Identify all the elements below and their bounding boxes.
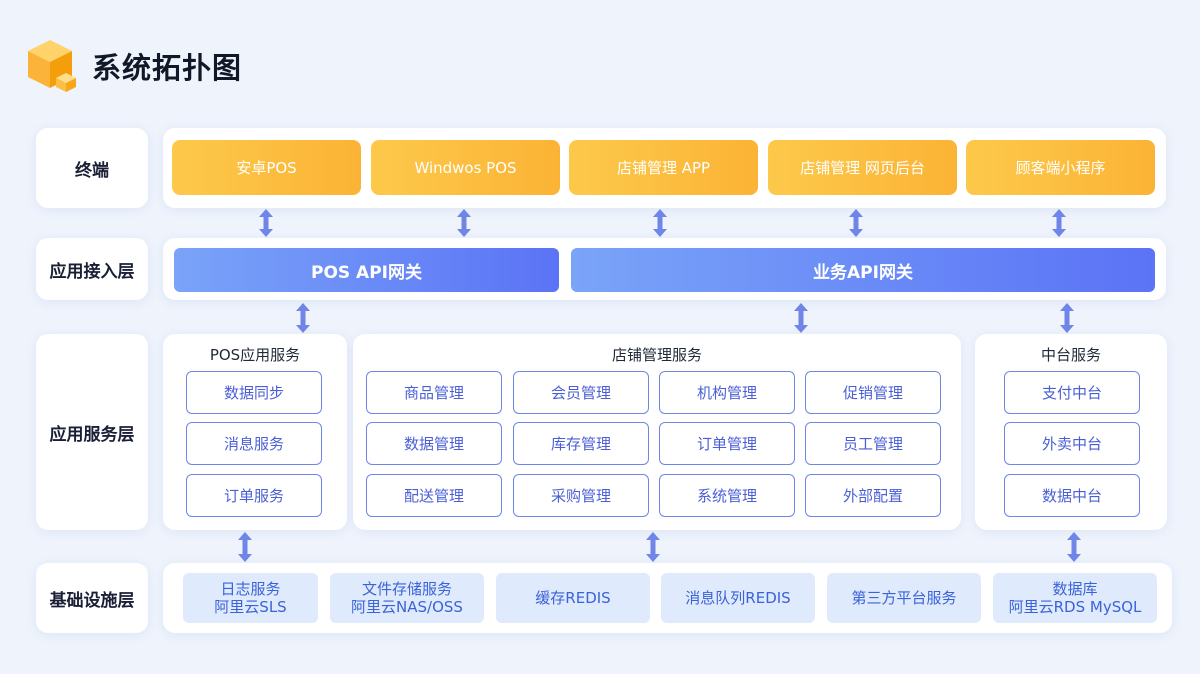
terminal-store-web-admin: 店铺管理 网页后台 (768, 140, 957, 195)
service-item: 员工管理 (805, 422, 941, 465)
infra-third-party: 第三方平台服务 (827, 573, 981, 623)
double-arrow-icon (256, 208, 276, 238)
service-item: 系统管理 (659, 474, 795, 517)
layer-label-infra: 基础设施层 (36, 563, 148, 633)
service-item: 支付中台 (1004, 371, 1140, 414)
double-arrow-icon (1064, 531, 1084, 563)
gateway-pos-api: POS API网关 (174, 248, 559, 292)
service-item: 会员管理 (513, 371, 649, 414)
infra-cache-redis: 缓存REDIS (496, 573, 650, 623)
infra-line: 阿里云SLS (214, 598, 287, 616)
service-item: 采购管理 (513, 474, 649, 517)
infra-line: 第三方平台服务 (851, 589, 957, 607)
cube-icon (22, 36, 82, 96)
infra-line: 日志服务 (220, 580, 281, 598)
service-item: 数据中台 (1004, 474, 1140, 517)
service-item: 配送管理 (366, 474, 502, 517)
page-title: 系统拓扑图 (92, 51, 243, 85)
service-item: 机构管理 (659, 371, 795, 414)
terminal-customer-miniprogram: 顾客端小程序 (966, 140, 1155, 195)
infra-file-storage: 文件存储服务 阿里云NAS/OSS (330, 573, 484, 623)
layer-label-service: 应用服务层 (36, 334, 148, 530)
double-arrow-icon (791, 302, 811, 334)
terminal-android-pos: 安卓POS (172, 140, 361, 195)
infra-line: 数据库 (1052, 580, 1098, 598)
infra-line: 阿里云RDS MySQL (1008, 598, 1142, 616)
double-arrow-icon (293, 302, 313, 334)
service-item: 库存管理 (513, 422, 649, 465)
service-item: 消息服务 (186, 422, 322, 465)
infra-mq-redis: 消息队列REDIS (661, 573, 815, 623)
terminal-windows-pos: Windwos POS (371, 140, 560, 195)
infra-database: 数据库 阿里云RDS MySQL (993, 573, 1157, 623)
infra-row: 日志服务 阿里云SLS 文件存储服务 阿里云NAS/OSS 缓存REDIS 消息… (163, 563, 1172, 633)
service-item: 数据管理 (366, 422, 502, 465)
group-title: 中台服务 (1040, 346, 1101, 364)
double-arrow-icon (846, 208, 866, 238)
layer-label-terminal: 终端 (36, 128, 148, 208)
terminal-store-app: 店铺管理 APP (569, 140, 758, 195)
access-row: POS API网关 业务API网关 (163, 238, 1166, 300)
terminal-row: 安卓POS Windwos POS 店铺管理 APP 店铺管理 网页后台 顾客端… (163, 128, 1166, 208)
service-item: 促销管理 (805, 371, 941, 414)
service-item: 商品管理 (366, 371, 502, 414)
double-arrow-icon (643, 531, 663, 563)
service-group-middle-platform: 中台服务 支付中台 外卖中台 数据中台 (975, 334, 1167, 530)
service-item: 订单服务 (186, 474, 322, 517)
service-item: 订单管理 (659, 422, 795, 465)
double-arrow-icon (650, 208, 670, 238)
service-item: 外部配置 (805, 474, 941, 517)
service-group-store: 店铺管理服务 商品管理 会员管理 机构管理 促销管理 数据管理 库存管理 订单管… (353, 334, 961, 530)
service-item: 数据同步 (186, 371, 322, 414)
group-title: POS应用服务 (209, 346, 301, 364)
double-arrow-icon (1049, 208, 1069, 238)
gateway-business-api: 业务API网关 (571, 248, 1155, 292)
infra-line: 文件存储服务 (361, 580, 452, 598)
group-title: 店铺管理服务 (611, 346, 702, 364)
double-arrow-icon (235, 531, 255, 563)
infra-log-service: 日志服务 阿里云SLS (183, 573, 318, 623)
double-arrow-icon (454, 208, 474, 238)
infra-line: 消息队列REDIS (685, 589, 791, 607)
infra-line: 缓存REDIS (535, 589, 611, 607)
double-arrow-icon (1057, 302, 1077, 334)
service-group-pos: POS应用服务 数据同步 消息服务 订单服务 (163, 334, 347, 530)
layer-label-access: 应用接入层 (36, 238, 148, 300)
infra-line: 阿里云NAS/OSS (351, 598, 463, 616)
service-item: 外卖中台 (1004, 422, 1140, 465)
